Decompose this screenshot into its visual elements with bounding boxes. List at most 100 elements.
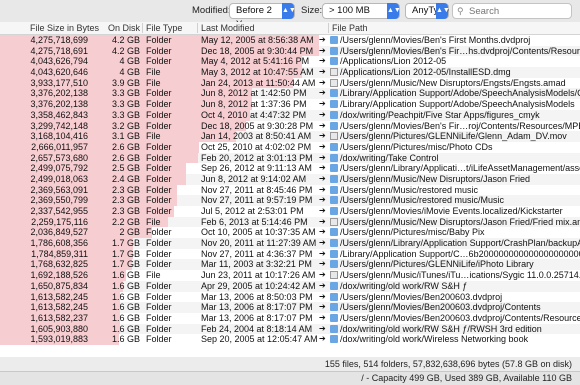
table-row[interactable]: 2,499,018,063 2.4 GB Folder Jun 8, 2012 at … (0, 173, 580, 185)
reveal-arrow-icon[interactable]: ➔ (319, 217, 326, 228)
size-popup[interactable]: > 100 MB ▲▼ (322, 3, 401, 19)
modified-popup[interactable]: Before 2 Years ▲▼ (229, 3, 296, 30)
reveal-arrow-icon[interactable]: ➔ (319, 131, 326, 142)
table-row[interactable]: 3,933,177,510 3.9 GB File Jan 24, 2013 at 1… (0, 77, 580, 89)
table-row[interactable]: 1,613,582,237 1.6 GB Folder Mar 13, 2006 at… (0, 312, 580, 324)
table-row[interactable]: 3,376,202,138 3.3 GB Folder Jun 8, 2012 at … (0, 99, 580, 110)
table-row[interactable]: 2,666,011,957 2.6 GB Folder Oct 25, 2010 at… (0, 141, 580, 153)
folder-icon (330, 207, 338, 215)
table-row[interactable]: 4,043,620,646 4 GB File May 3, 2012 at 10:4… (0, 67, 580, 78)
disk-cell: 1.7 GB (111, 248, 140, 259)
reveal-arrow-icon[interactable]: ➔ (319, 259, 326, 270)
disk-cell: 1.6 GB (111, 334, 140, 345)
table-row[interactable]: 1,613,582,245 1.6 GB Folder Mar 13, 2006 at… (0, 291, 580, 303)
size-cell: 3,376,202,138 (30, 99, 88, 110)
column-header-type[interactable]: File Type (142, 23, 182, 33)
column-header-path[interactable]: File Path (328, 23, 368, 33)
reveal-arrow-icon[interactable]: ➔ (319, 35, 326, 46)
table-row[interactable]: 4,275,718,699 4.2 GB Folder May 12, 2005 at… (0, 35, 580, 46)
table-row[interactable]: 3,376,202,138 3.3 GB Folder Jun 8, 2012 at … (0, 88, 580, 100)
path-cell: /Users/glenn/Movies/Ben's Fir…hs.dvdproj… (340, 45, 580, 56)
table-row[interactable]: 2,036,849,527 2 GB Folder Oct 10, 2005 at 1… (0, 227, 580, 239)
reveal-arrow-icon[interactable]: ➔ (319, 334, 326, 345)
modified-cell: Mar 13, 2006 at 8:17:07 PM (201, 312, 313, 323)
size-cell: 2,657,573,680 (30, 152, 88, 163)
table-row[interactable]: 3,168,104,416 3.1 GB File Jan 14, 2003 at 8… (0, 131, 580, 142)
reveal-arrow-icon[interactable]: ➔ (319, 324, 326, 335)
reveal-arrow-icon[interactable]: ➔ (319, 46, 326, 57)
table-row[interactable]: 3,358,462,843 3.3 GB Folder Oct 4, 2010 at … (0, 109, 580, 121)
table-row[interactable]: 1,613,582,245 1.6 GB Folder Mar 13, 2006 at… (0, 302, 580, 313)
reveal-arrow-icon[interactable]: ➔ (319, 206, 326, 217)
table-row[interactable]: 1,593,019,883 1.6 GB Folder Sep 20, 2005 at… (0, 334, 580, 345)
type-cell: Folder (146, 88, 172, 99)
folder-icon (330, 303, 338, 312)
reveal-arrow-icon[interactable]: ➔ (319, 313, 326, 324)
disk-cell: 2.6 GB (111, 141, 140, 152)
table-body: 4,275,718,699 4.2 GB Folder May 12, 2005 at… (0, 35, 580, 345)
reveal-arrow-icon[interactable]: ➔ (319, 281, 326, 292)
disk-cell: 4 GB (119, 67, 140, 78)
table-row[interactable]: 1,784,859,311 1.7 GB Folder Nov 27, 2011 at… (0, 248, 580, 260)
type-popup[interactable]: AnyType ▲▼ (405, 3, 450, 19)
reveal-arrow-icon[interactable]: ➔ (319, 99, 326, 110)
search-field[interactable]: ⚲ (452, 3, 572, 19)
file-icon (330, 78, 338, 87)
reveal-arrow-icon[interactable]: ➔ (319, 88, 326, 99)
modified-cell: May 4, 2012 at 5:41:16 PM (201, 56, 310, 67)
column-header-modified[interactable]: Last Modified (197, 23, 255, 33)
table-row[interactable]: 1,692,188,526 1.6 GB File Jun 23, 2011 at 1… (0, 270, 580, 281)
reveal-arrow-icon[interactable]: ➔ (319, 174, 326, 185)
table-row[interactable]: 2,369,563,091 2.3 GB Folder Nov 27, 2011 at… (0, 184, 580, 196)
disk-cell: 3.3 GB (111, 88, 140, 99)
reveal-arrow-icon[interactable]: ➔ (319, 67, 326, 78)
table-row[interactable]: 1,605,903,880 1.6 GB Folder Feb 24, 2004 at… (0, 323, 580, 335)
table-row[interactable]: 2,337,542,955 2.3 GB Folder Jul 5, 2012 at … (0, 206, 580, 217)
path-cell: /Users/glenn/Pictures/misc/Baby Pix (340, 227, 485, 238)
table-row[interactable]: 4,275,718,691 4.2 GB Folder Dec 18, 2005 at… (0, 45, 580, 57)
path-cell: /Library/Application Support/Adobe/Speec… (340, 88, 580, 99)
search-input[interactable] (469, 5, 569, 17)
table-row[interactable]: 2,499,075,792 2.5 GB Folder Sep 26, 2012 at… (0, 163, 580, 174)
reveal-arrow-icon[interactable]: ➔ (319, 121, 326, 132)
table-row[interactable]: 3,299,742,148 3.2 GB Folder Dec 18, 2005 at… (0, 120, 580, 132)
disk-cell: 4.2 GB (111, 45, 140, 56)
reveal-arrow-icon[interactable]: ➔ (319, 56, 326, 67)
path-cell: /Library/Application Support/Adobe/Speec… (340, 99, 575, 110)
reveal-arrow-icon[interactable]: ➔ (319, 238, 326, 249)
type-cell: Folder (146, 280, 172, 291)
reveal-arrow-icon[interactable]: ➔ (319, 142, 326, 153)
modified-cell: Dec 18, 2005 at 9:30:44 PM (201, 45, 314, 56)
table-row[interactable]: 2,259,175,116 2.2 GB File Feb 6, 2013 at 5:… (0, 216, 580, 228)
reveal-arrow-icon[interactable]: ➔ (319, 302, 326, 313)
type-cell: File (146, 77, 161, 88)
modified-cell: Sep 26, 2012 at 9:11:13 AM (201, 163, 312, 174)
modified-cell: Jan 24, 2013 at 11:50:44 AM (201, 77, 316, 88)
reveal-arrow-icon[interactable]: ➔ (319, 110, 326, 121)
reveal-arrow-icon[interactable]: ➔ (319, 292, 326, 303)
reveal-arrow-icon[interactable]: ➔ (319, 78, 326, 89)
type-cell: Folder (146, 312, 172, 323)
type-cell: Folder (146, 206, 172, 216)
path-cell: /Users/glenn/Movies/Ben200603.dvdproj (340, 291, 503, 302)
table-row[interactable]: 2,657,573,680 2.6 GB Folder Feb 20, 2012 at… (0, 152, 580, 164)
table-row[interactable]: 1,768,632,825 1.7 GB Folder Mar 11, 2003 at… (0, 259, 580, 271)
reveal-arrow-icon[interactable]: ➔ (319, 185, 326, 196)
type-cell: File (146, 131, 161, 142)
size-cell: 4,043,620,646 (30, 67, 88, 78)
column-header-size[interactable]: File Size in Bytes (30, 23, 99, 33)
table-row[interactable]: 1,786,608,356 1.7 GB Folder Nov 20, 2011 at… (0, 238, 580, 249)
reveal-arrow-icon[interactable]: ➔ (319, 195, 326, 206)
column-header-disk[interactable]: On Disk (108, 23, 140, 33)
table-row[interactable]: 2,369,550,799 2.3 GB Folder Nov 27, 2011 at… (0, 195, 580, 206)
table-row[interactable]: 1,650,875,834 1.6 GB Folder Apr 29, 2005 at… (0, 280, 580, 292)
reveal-arrow-icon[interactable]: ➔ (319, 270, 326, 281)
path-cell: /dox/writing/old work/RW S&H ƒ (340, 280, 468, 291)
disk-cell: 1.6 GB (111, 302, 140, 313)
reveal-arrow-icon[interactable]: ➔ (319, 153, 326, 164)
reveal-arrow-icon[interactable]: ➔ (319, 227, 326, 238)
reveal-arrow-icon[interactable]: ➔ (319, 249, 326, 260)
modified-cell: Oct 4, 2010 at 4:47:32 PM (201, 109, 307, 120)
reveal-arrow-icon[interactable]: ➔ (319, 163, 326, 174)
table-row[interactable]: 4,043,626,794 4 GB Folder May 4, 2012 at 5:… (0, 56, 580, 68)
